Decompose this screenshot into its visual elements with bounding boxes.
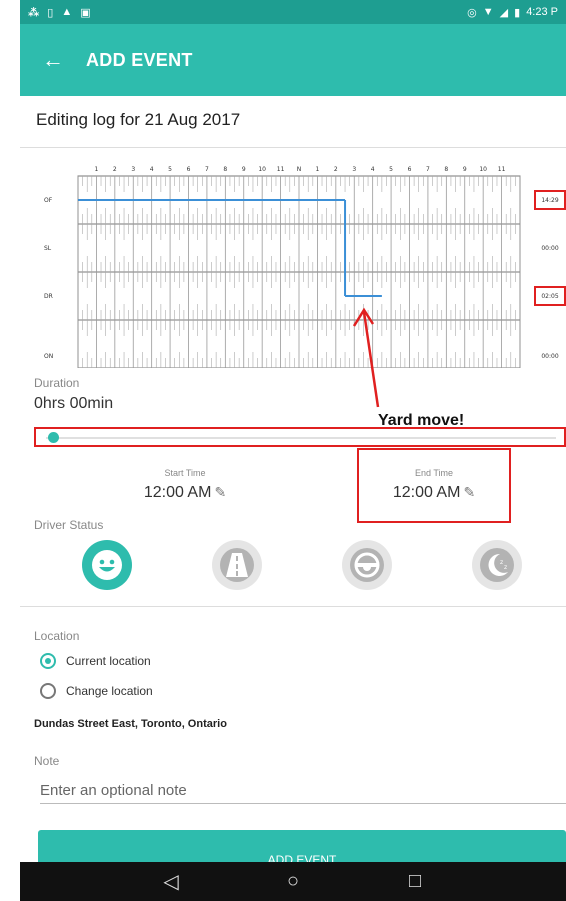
annotation-arrow	[352, 307, 380, 408]
